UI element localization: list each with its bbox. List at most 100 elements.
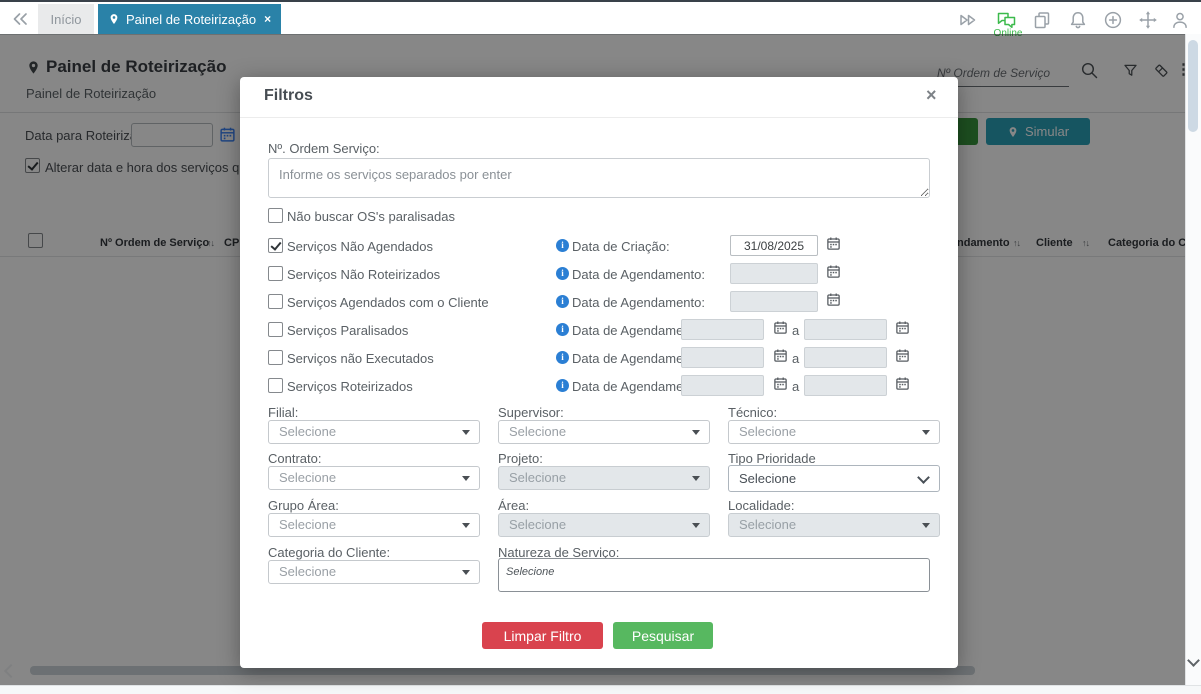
add-circle-icon[interactable] [1103, 10, 1123, 30]
tab-painel-roteirizacao[interactable]: Painel de Roteirização × [98, 4, 281, 34]
data-agendamento-input [730, 263, 818, 284]
calendar-icon[interactable] [826, 236, 841, 256]
contrato-select-value: Selecione [279, 470, 336, 485]
servicos-paralisados-label: Serviços Paralisados [287, 323, 408, 338]
natureza-servico-placeholder: Selecione [506, 566, 554, 578]
tipo-prioridade-select[interactable]: Selecione [728, 465, 940, 492]
tecnico-label: Técnico: [728, 405, 777, 420]
filial-label: Filial: [268, 405, 298, 420]
filters-modal: Filtros × Nº. Ordem Serviço: Não buscar … [240, 77, 958, 668]
filial-select-value: Selecione [279, 424, 336, 439]
pesquisar-button[interactable]: Pesquisar [613, 622, 713, 649]
chat-online-icon[interactable] [996, 10, 1016, 30]
projeto-select-value: Selecione [509, 470, 566, 485]
info-icon [556, 323, 569, 336]
copy-windows-icon[interactable] [1032, 10, 1052, 30]
calendar-icon[interactable] [773, 376, 788, 396]
app-window: Início Painel de Roteirização × [0, 0, 1201, 694]
grupo-area-label: Grupo Área: [268, 498, 339, 513]
notifications-bell-icon[interactable] [1068, 10, 1088, 30]
tecnico-select[interactable]: Selecione [728, 420, 940, 444]
contrato-select[interactable]: Selecione [268, 466, 480, 490]
page-footer-strip [0, 685, 1201, 694]
tab-painel-label: Painel de Roteirização [126, 12, 256, 27]
vertical-scrollbar-thumb[interactable] [1188, 40, 1198, 132]
range-start-input [681, 319, 764, 340]
info-icon [556, 379, 569, 392]
fast-forward-icon[interactable] [958, 10, 978, 30]
close-tab-icon[interactable]: × [264, 12, 271, 26]
os-number-label: Nº. Ordem Serviço: [268, 141, 380, 156]
tab-inicio-label: Início [50, 12, 81, 27]
pesquisar-label: Pesquisar [632, 628, 694, 644]
servicos-nao-executados-label: Serviços não Executados [287, 351, 434, 366]
natureza-servico-multiselect[interactable] [498, 558, 930, 592]
area-label: Área: [498, 498, 529, 513]
tecnico-select-value: Selecione [739, 424, 796, 439]
categoria-cliente-select[interactable]: Selecione [268, 560, 480, 584]
servicos-roteirizados-label: Serviços Roteirizados [287, 379, 413, 394]
servicos-nao-agendados-checkbox[interactable] [268, 238, 283, 253]
projeto-select: Selecione [498, 466, 710, 490]
calendar-icon[interactable] [895, 320, 910, 340]
info-icon [556, 239, 569, 252]
top-tab-bar: Início Painel de Roteirização × [0, 2, 1201, 35]
calendar-icon[interactable] [826, 292, 841, 312]
localidade-label: Localidade: [728, 498, 795, 513]
range-separator: a [792, 379, 799, 394]
collapse-tabs-icon[interactable] [10, 9, 30, 34]
supervisor-select[interactable]: Selecione [498, 420, 710, 444]
modal-header-divider [240, 117, 958, 118]
data-agendamento-label: Data de Agendamento: [572, 295, 705, 310]
data-criacao-input[interactable] [730, 235, 818, 256]
data-criacao-label: Data de Criação: [572, 239, 670, 254]
supervisor-select-value: Selecione [509, 424, 566, 439]
calendar-icon[interactable] [826, 264, 841, 284]
range-start-input [681, 375, 764, 396]
area-select: Selecione [498, 513, 710, 537]
range-end-input [804, 319, 887, 340]
info-icon [556, 351, 569, 364]
user-profile-icon[interactable] [1170, 10, 1190, 30]
data-agendamento-input [730, 291, 818, 312]
categoria-cliente-label: Categoria do Cliente: [268, 545, 390, 560]
servicos-agendados-cliente-label: Serviços Agendados com o Cliente [287, 295, 489, 310]
calendar-icon[interactable] [895, 348, 910, 368]
range-end-input [804, 347, 887, 368]
data-agendamento-label: Data de Agendamento: [572, 267, 705, 282]
categoria-cliente-select-value: Selecione [279, 564, 336, 579]
filial-select[interactable]: Selecione [268, 420, 480, 444]
servicos-nao-agendados-label: Serviços Não Agendados [287, 239, 433, 254]
skip-paralisadas-label: Não buscar OS's paralisadas [287, 209, 455, 224]
servicos-paralisados-checkbox[interactable] [268, 322, 283, 337]
area-select-value: Selecione [509, 517, 566, 532]
modal-title: Filtros [264, 87, 313, 105]
grupo-area-select-value: Selecione [279, 517, 336, 532]
os-number-textarea[interactable] [268, 158, 930, 198]
limpar-filtro-label: Limpar Filtro [504, 628, 582, 644]
localidade-select-value: Selecione [739, 517, 796, 532]
modal-close-icon[interactable]: × [926, 85, 937, 106]
calendar-icon[interactable] [773, 348, 788, 368]
projeto-label: Projeto: [498, 451, 543, 466]
supervisor-label: Supervisor: [498, 405, 564, 420]
limpar-filtro-button[interactable]: Limpar Filtro [482, 622, 603, 649]
contrato-label: Contrato: [268, 451, 321, 466]
localidade-select: Selecione [728, 513, 940, 537]
calendar-icon[interactable] [895, 376, 910, 396]
info-icon [556, 295, 569, 308]
info-icon [556, 267, 569, 280]
tipo-prioridade-select-value: Selecione [739, 471, 796, 486]
skip-paralisadas-checkbox[interactable] [268, 208, 283, 223]
tab-inicio[interactable]: Início [38, 4, 94, 34]
calendar-icon[interactable] [773, 320, 788, 340]
move-arrows-icon[interactable] [1138, 10, 1158, 30]
servicos-agendados-cliente-checkbox[interactable] [268, 294, 283, 309]
map-pin-icon [108, 12, 120, 26]
grupo-area-select[interactable]: Selecione [268, 513, 480, 537]
tipo-prioridade-label: Tipo Prioridade [728, 451, 816, 466]
range-end-input [804, 375, 887, 396]
servicos-nao-executados-checkbox[interactable] [268, 350, 283, 365]
servicos-roteirizados-checkbox[interactable] [268, 378, 283, 393]
servicos-nao-roteirizados-checkbox[interactable] [268, 266, 283, 281]
